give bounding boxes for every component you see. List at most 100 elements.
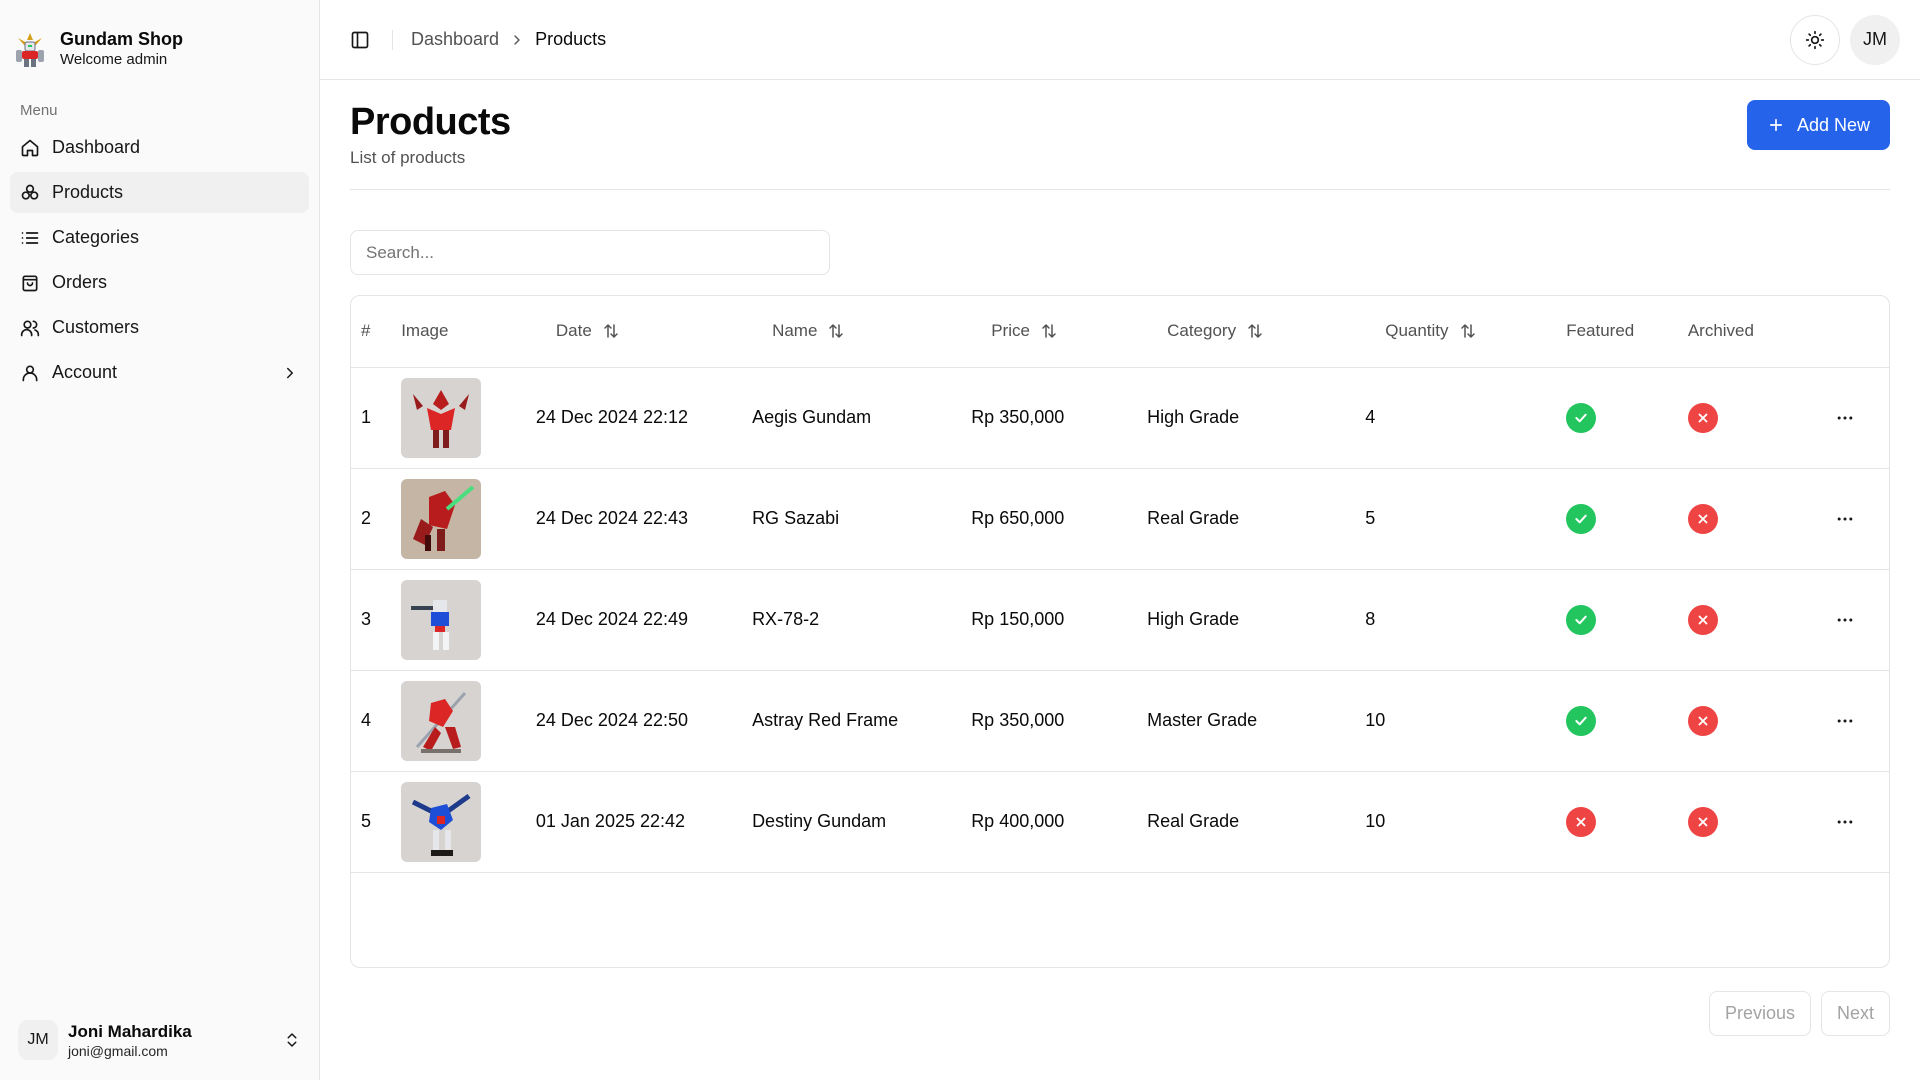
sidebar-item-label: Orders: [52, 272, 108, 292]
brand[interactable]: Gundam Shop Welcome admin: [0, 0, 319, 80]
cell-name: Astray Red Frame: [752, 710, 899, 730]
main-area: Dashboard Products JM Products List of p…: [320, 0, 1920, 1080]
cell-featured: [1556, 569, 1678, 670]
check-icon: [1575, 514, 1587, 523]
row-actions-button[interactable]: [1800, 711, 1889, 731]
chevron-right-icon: [514, 34, 520, 45]
sidebar-item-dashboard[interactable]: Dashboard: [10, 127, 309, 168]
product-image: [401, 781, 482, 862]
table-header-row: # Image Date Name Price Category Quantit…: [351, 296, 1889, 367]
table-row[interactable]: 5 01 Jan 2025 22:42 Destiny Gundam Rp 40…: [351, 771, 1889, 872]
cell-category: Real Grade: [1147, 811, 1240, 831]
cell-price: Rp 400,000: [971, 811, 1065, 831]
divider: [392, 29, 393, 50]
row-actions-button[interactable]: [1800, 509, 1889, 529]
row-actions-button[interactable]: [1800, 610, 1889, 630]
archived-no-icon: [1687, 806, 1718, 837]
column-price[interactable]: Price: [971, 296, 1147, 367]
column-category[interactable]: Category: [1147, 296, 1365, 367]
products-table: # Image Date Name Price Category Quantit…: [350, 295, 1890, 968]
cell-archived: [1678, 468, 1801, 569]
user-name: Joni Mahardika: [68, 1021, 192, 1041]
more-horizontal-icon: [1837, 416, 1853, 419]
sidebar: Gundam Shop Welcome admin Menu Dashboard…: [0, 0, 320, 1080]
more-horizontal-icon: [1837, 719, 1853, 722]
cell-number: 2: [361, 508, 372, 528]
cell-name: Destiny Gundam: [752, 811, 887, 831]
table-row[interactable]: 4 24 Dec 2024 22:50 Astray Red Frame Rp …: [351, 670, 1889, 771]
column-date[interactable]: Date: [526, 296, 752, 367]
cell-category: Master Grade: [1147, 710, 1258, 730]
check-icon: [1575, 716, 1587, 725]
column-quantity[interactable]: Quantity: [1365, 296, 1556, 367]
sun-icon: [1805, 30, 1825, 49]
cell-date: 24 Dec 2024 22:43: [535, 508, 689, 528]
brand-name: Gundam Shop: [60, 29, 183, 49]
sidebar-item-products[interactable]: Products: [10, 172, 309, 213]
cell-price: Rp 350,000: [971, 407, 1065, 427]
archived-no-icon: [1687, 604, 1718, 635]
cell-archived: [1678, 670, 1801, 771]
cell-category: High Grade: [1147, 609, 1240, 629]
product-image: [401, 478, 482, 559]
bag-icon: [22, 275, 38, 291]
cell-actions: [1800, 468, 1889, 569]
cell-actions: [1800, 771, 1889, 872]
list-icon: [21, 231, 39, 244]
row-actions-button[interactable]: [1800, 408, 1889, 428]
x-icon: [1698, 615, 1708, 624]
avatar: JM: [18, 1020, 58, 1060]
pagination: Previous Next: [1708, 991, 1890, 1036]
cell-quantity: 4: [1365, 407, 1376, 427]
featured-no-icon: [1566, 806, 1597, 837]
more-horizontal-icon: [1837, 618, 1853, 621]
sidebar-item-customers[interactable]: Customers: [10, 307, 309, 348]
column-price-label: Price: [991, 321, 1030, 341]
cell-price: Rp 650,000: [971, 508, 1065, 528]
topbar: Dashboard Products JM: [320, 0, 1920, 80]
cell-quantity: 8: [1365, 609, 1376, 629]
user-menu[interactable]: JM Joni Mahardika joni@gmail.com: [10, 1014, 309, 1066]
cell-date: 24 Dec 2024 22:50: [535, 710, 689, 730]
next-button[interactable]: Next: [1820, 991, 1890, 1036]
more-horizontal-icon: [1837, 517, 1853, 520]
table-row[interactable]: 3 24 Dec 2024 22:49 RX-78-2 Rp 150,000 H…: [351, 569, 1889, 670]
row-actions-button[interactable]: [1800, 812, 1889, 832]
sidebar-item-categories[interactable]: Categories: [10, 217, 309, 258]
add-new-button[interactable]: Add New: [1746, 100, 1890, 150]
featured-yes-icon: [1566, 503, 1597, 534]
sidebar-toggle-button[interactable]: [348, 28, 372, 52]
sidebar-item-label: Account: [52, 362, 118, 382]
products-icon: [21, 184, 39, 200]
column-name[interactable]: Name: [752, 296, 971, 367]
cell-name: RX-78-2: [752, 609, 820, 629]
featured-yes-icon: [1566, 604, 1597, 635]
cell-quantity: 5: [1365, 508, 1376, 528]
product-image: [401, 579, 482, 660]
cell-image: [391, 771, 526, 872]
avatar-button[interactable]: JM: [1850, 14, 1900, 65]
sidebar-item-account[interactable]: Account: [10, 352, 309, 393]
cell-category: High Grade: [1147, 407, 1240, 427]
table-row[interactable]: 1 24 Dec 2024 22:12 Aegis Gundam Rp 350,…: [351, 367, 1889, 468]
previous-button[interactable]: Previous: [1708, 991, 1811, 1036]
add-new-label: Add New: [1796, 114, 1870, 135]
table-row[interactable]: 2 24 Dec 2024 22:43 RG Sazabi Rp 650,000…: [351, 468, 1889, 569]
cell-date: 24 Dec 2024 22:49: [535, 609, 689, 629]
theme-toggle-button[interactable]: [1790, 14, 1840, 65]
sidebar-item-orders[interactable]: Orders: [10, 262, 309, 303]
column-number: #: [361, 321, 371, 341]
column-featured: Featured: [1566, 321, 1635, 341]
breadcrumb-current: Products: [535, 29, 607, 49]
cell-actions: [1800, 367, 1889, 468]
column-archived: Archived: [1687, 321, 1754, 341]
cell-name: RG Sazabi: [752, 508, 840, 528]
breadcrumb-dashboard-link[interactable]: Dashboard: [411, 29, 499, 50]
search-input[interactable]: [350, 230, 830, 275]
cell-number: 4: [361, 710, 372, 730]
gundam-logo-icon: [12, 29, 48, 69]
panel-left-icon: [351, 31, 369, 48]
cell-category: Real Grade: [1147, 508, 1240, 528]
sort-icon: [1248, 324, 1262, 338]
cell-quantity: 10: [1365, 811, 1386, 831]
